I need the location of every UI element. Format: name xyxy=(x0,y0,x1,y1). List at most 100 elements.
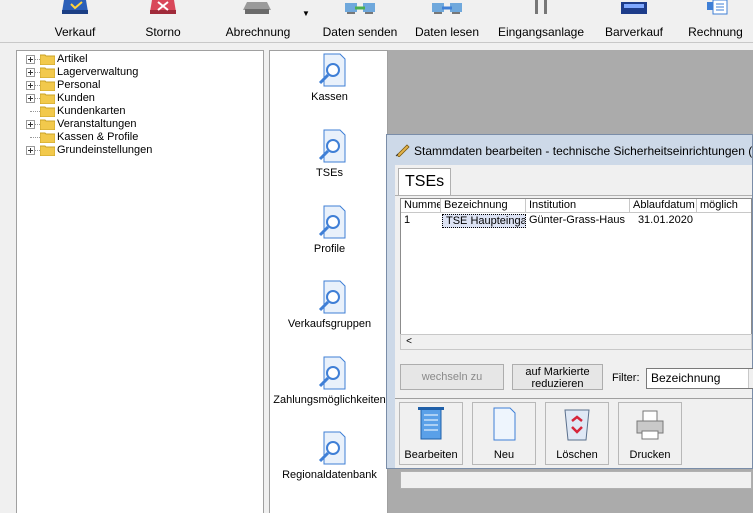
table-row[interactable]: 1 TSE Haupteinga Günter-Grass-Haus 31.01… xyxy=(401,214,751,228)
tree-item-label: Kunden xyxy=(57,92,95,104)
tree-item-personal[interactable]: Personal xyxy=(17,79,263,92)
toolbar-barverkauf-button[interactable]: Barverkauf xyxy=(598,0,670,42)
nav-item-label: Kassen xyxy=(311,91,348,103)
expand-icon[interactable] xyxy=(26,120,35,129)
column-header-bezeichnung[interactable]: Bezeichnung xyxy=(441,199,526,213)
scroll-left-arrow-icon[interactable]: < xyxy=(401,335,417,349)
bearbeiten-button[interactable]: Bearbeiten xyxy=(399,402,463,465)
nav-item-regionaldatenbank[interactable]: Regionaldatenbank xyxy=(270,431,389,489)
module-icon-column: Kassen TSEs Profile Verkaufsgruppen Zahl… xyxy=(269,50,388,513)
auf-markierte-reduzieren-button[interactable]: auf Markierte reduzieren xyxy=(512,364,603,390)
search-document-icon xyxy=(318,129,346,163)
filter-select-value: Bezeichnung xyxy=(651,371,721,385)
nav-item-label: Regionaldatenbank xyxy=(282,469,377,481)
chevron-down-icon[interactable]: ▼ xyxy=(748,369,753,388)
expand-icon[interactable] xyxy=(26,81,35,90)
tree-item-veranstaltungen[interactable]: Veranstaltungen xyxy=(17,118,263,131)
tree-item-kunden[interactable]: Kunden xyxy=(17,92,263,105)
nav-item-verkaufsgruppen[interactable]: Verkaufsgruppen xyxy=(270,280,389,338)
dialog-title-bar[interactable]: Stammdaten bearbeiten - technische Siche… xyxy=(387,135,752,165)
tree-item-kassen-profile[interactable]: Kassen & Profile xyxy=(17,131,263,144)
cell-nummer: 1 xyxy=(404,214,411,226)
tab-tses[interactable]: TSEs xyxy=(398,168,451,196)
column-header-moeglich[interactable]: möglich xyxy=(697,199,751,213)
toolbar-label: Verkauf xyxy=(54,25,96,39)
sale-icon xyxy=(62,0,88,14)
dialog-control-row: wechseln zu auf Markierte reduzieren Fil… xyxy=(400,359,753,393)
tree-item-label: Artikel xyxy=(57,53,88,65)
neu-button[interactable]: Neu xyxy=(472,402,536,465)
new-document-icon xyxy=(493,407,516,441)
folder-icon xyxy=(40,67,55,78)
printer-icon xyxy=(636,410,664,440)
tree-item-lagerverwaltung[interactable]: Lagerverwaltung xyxy=(17,66,263,79)
filter-select[interactable]: Bezeichnung ▼ xyxy=(646,368,753,389)
cell-moeglich xyxy=(697,214,751,228)
nav-item-kassen[interactable]: Kassen xyxy=(270,53,389,111)
toolbar-daten-lesen-button[interactable]: Daten lesen xyxy=(412,0,482,42)
tse-table: Nummer Bezeichnung Institution Ablaufdat… xyxy=(400,198,752,335)
toolbar-abrechnung-button[interactable]: Abrechnung xyxy=(218,0,298,42)
toolbar-eingangsanlage-button[interactable]: Eingangsanlage xyxy=(492,0,590,42)
tree-item-label: Veranstaltungen xyxy=(57,118,137,130)
dialog-status-bar xyxy=(400,471,752,489)
send-data-icon xyxy=(345,3,375,14)
dialog-title: Stammdaten bearbeiten - technische Siche… xyxy=(414,144,753,158)
folder-icon xyxy=(40,106,55,117)
expand-icon[interactable] xyxy=(26,94,35,103)
column-header-institution[interactable]: Institution xyxy=(526,199,630,213)
toolbar-rechnung-button[interactable]: Rechnung xyxy=(678,0,753,42)
tree-item-grundeinstellungen[interactable]: Grundeinstellungen xyxy=(17,144,263,157)
nav-item-label: Verkaufsgruppen xyxy=(287,318,372,330)
nav-item-tses[interactable]: TSEs xyxy=(270,129,389,187)
toolbar-storno-button[interactable]: Storno xyxy=(128,0,198,42)
column-header-nummer[interactable]: Nummer xyxy=(401,199,441,213)
button-label: Drucken xyxy=(629,449,671,461)
tab-divider xyxy=(395,195,752,196)
notepad-icon xyxy=(418,407,444,440)
loeschen-button[interactable]: Löschen xyxy=(545,402,609,465)
cell-ablaufdatum: 31.01.2020 xyxy=(637,214,693,226)
folder-icon xyxy=(40,145,55,156)
nav-item-label: TSEs xyxy=(316,167,343,179)
search-document-icon xyxy=(318,431,346,465)
filter-label: Filter: xyxy=(612,372,640,384)
toolbar-dropdown-arrow-icon[interactable]: ▼ xyxy=(302,9,310,18)
tree-item-kundenkarten[interactable]: Kundenkarten xyxy=(17,105,263,118)
read-data-icon xyxy=(432,3,462,14)
toolbar-daten-senden-button[interactable]: Daten senden xyxy=(318,0,402,42)
button-label: Bearbeiten xyxy=(404,449,458,461)
stammdaten-dialog: Stammdaten bearbeiten - technische Siche… xyxy=(386,134,753,489)
dialog-action-buttons: Bearbeiten Neu Löschen Drucken xyxy=(399,402,752,468)
folder-icon xyxy=(40,93,55,104)
expand-icon[interactable] xyxy=(26,68,35,77)
separator xyxy=(395,398,752,399)
search-document-icon xyxy=(318,205,346,239)
button-label-line-2: reduzieren xyxy=(531,378,584,390)
horizontal-scrollbar[interactable]: < xyxy=(400,334,752,350)
invoice-icon xyxy=(706,0,727,15)
expand-icon[interactable] xyxy=(26,55,35,64)
tree-item-label: Personal xyxy=(57,79,101,91)
main-toolbar: Verkauf Storno Abrechnung ▼ Daten senden… xyxy=(0,0,753,43)
column-header-ablaufdatum[interactable]: Ablaufdatum xyxy=(630,199,697,213)
edit-pencil-icon xyxy=(395,144,410,157)
toolbar-verkauf-button[interactable]: Verkauf xyxy=(40,0,110,42)
tree-item-label: Grundeinstellungen xyxy=(57,144,153,156)
expand-icon[interactable] xyxy=(26,146,35,155)
cell-bezeichnung[interactable]: TSE Haupteinga xyxy=(442,214,526,228)
printer-icon xyxy=(243,2,271,14)
toolbar-label: Rechnung xyxy=(688,25,743,39)
drucken-button[interactable]: Drucken xyxy=(618,402,682,465)
nav-item-zahlungsmoeglichkeiten[interactable]: Zahlungsmöglichkeiten xyxy=(270,356,389,414)
nav-item-profile[interactable]: Profile xyxy=(270,205,389,263)
table-header: Nummer Bezeichnung Institution Ablaufdat… xyxy=(401,199,751,213)
button-label: Löschen xyxy=(556,449,598,461)
tree-item-artikel[interactable]: Artikel xyxy=(17,53,263,66)
folder-icon xyxy=(40,119,55,130)
search-document-icon xyxy=(318,53,346,87)
gate-icon xyxy=(535,0,547,14)
cash-register-icon xyxy=(621,2,647,14)
search-document-icon xyxy=(318,280,346,314)
wechseln-zu-button[interactable]: wechseln zu xyxy=(400,364,504,390)
